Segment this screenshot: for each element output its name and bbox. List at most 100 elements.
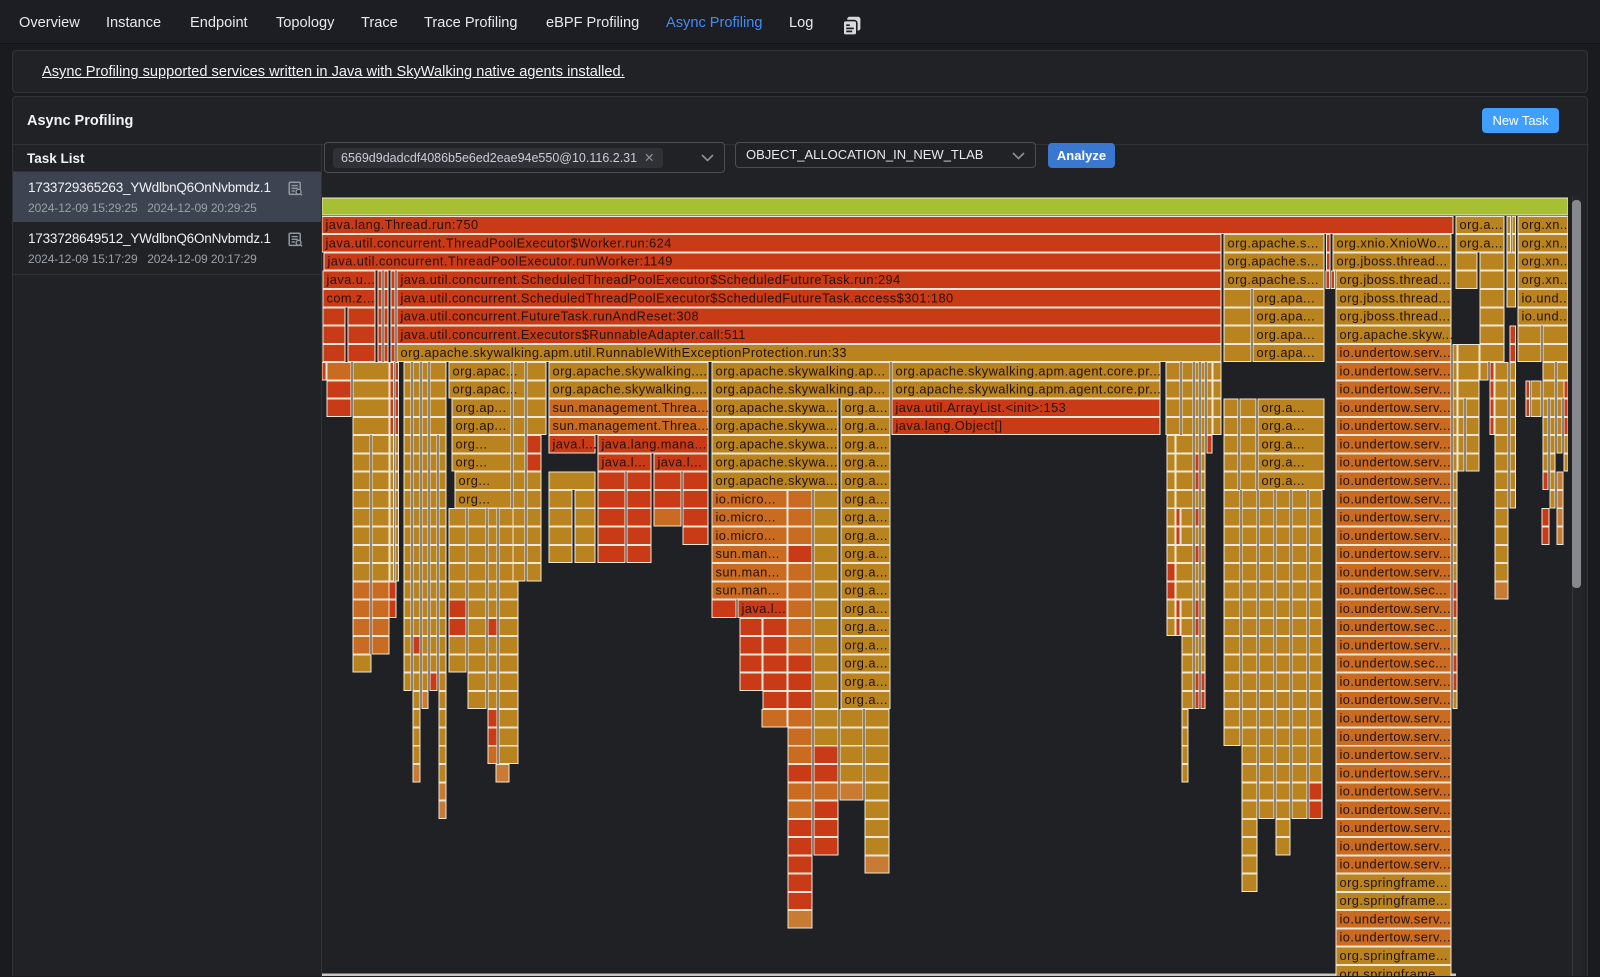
svg-text:org.jboss.thread...: org.jboss.thread... (1340, 272, 1451, 287)
svg-text:io.undertow.serv...: io.undertow.serv... (1340, 473, 1451, 488)
svg-text:java.l...: java.l... (657, 455, 703, 470)
svg-text:io.undertow.serv...: io.undertow.serv... (1340, 692, 1451, 707)
svg-text:org.a...: org.a... (1262, 418, 1305, 433)
svg-text:io.undertow.serv...: io.undertow.serv... (1340, 765, 1451, 780)
svg-text:org.apa...: org.apa... (1257, 309, 1316, 324)
svg-text:org.a...: org.a... (1460, 236, 1503, 251)
svg-text:io.undertow.serv...: io.undertow.serv... (1340, 747, 1451, 762)
svg-text:org.xn...: org.xn... (1522, 254, 1569, 269)
svg-text:io.undertow.sec...: io.undertow.sec... (1340, 619, 1448, 634)
svg-text:org.xnio.XnioWo...: org.xnio.XnioWo... (1337, 236, 1449, 251)
svg-text:org.a...: org.a... (845, 637, 888, 652)
svg-text:sun.management.Threa...: sun.management.Threa... (553, 418, 710, 433)
svg-text:io.undertow.serv...: io.undertow.serv... (1340, 546, 1451, 561)
svg-text:org.apa...: org.apa... (1257, 290, 1316, 305)
svg-text:org.a...: org.a... (1262, 400, 1305, 415)
svg-text:java.util.concurrent.ThreadPoo: java.util.concurrent.ThreadPoolExecutor$… (325, 236, 672, 251)
svg-text:org.ap...: org.ap... (456, 400, 507, 415)
svg-text:io.micro...: io.micro... (716, 510, 776, 525)
svg-text:io.undertow.serv...: io.undertow.serv... (1340, 564, 1451, 579)
svg-text:io.undertow.serv...: io.undertow.serv... (1340, 674, 1451, 689)
svg-text:org...: org... (459, 491, 491, 506)
svg-text:org.a...: org.a... (845, 473, 888, 488)
svg-text:org.apache.skywa...: org.apache.skywa... (716, 473, 838, 488)
svg-text:io.undertow.serv...: io.undertow.serv... (1340, 802, 1451, 817)
svg-text:io.undertow.serv...: io.undertow.serv... (1340, 400, 1451, 415)
svg-text:org.apache.skywalking....: org.apache.skywalking.... (553, 382, 708, 397)
svg-text:io.und...: io.und... (1522, 290, 1569, 305)
svg-text:org.apac...: org.apac... (453, 382, 518, 397)
svg-text:org.a...: org.a... (845, 619, 888, 634)
svg-text:io.undertow.serv...: io.undertow.serv... (1340, 455, 1451, 470)
svg-text:java.lang.Object[]: java.lang.Object[] (895, 418, 1003, 433)
svg-text:org.a...: org.a... (1262, 436, 1305, 451)
svg-text:org.springframe...: org.springframe... (1340, 948, 1448, 963)
svg-text:java.util.concurrent.FutureTas: java.util.concurrent.FutureTask.runAndRe… (400, 309, 700, 324)
svg-text:org.a...: org.a... (845, 455, 888, 470)
svg-text:org.springframe...: org.springframe... (1340, 966, 1448, 976)
svg-text:org.a...: org.a... (845, 692, 888, 707)
svg-text:org.a...: org.a... (845, 564, 888, 579)
svg-text:java.l...: java.l... (552, 436, 598, 451)
svg-text:io.undertow.serv...: io.undertow.serv... (1340, 382, 1451, 397)
svg-text:io.undertow.serv...: io.undertow.serv... (1340, 784, 1451, 799)
svg-text:org.springframe...: org.springframe... (1340, 893, 1448, 908)
svg-text:java.util.ArrayList.<init>:153: java.util.ArrayList.<init>:153 (895, 400, 1067, 415)
svg-text:io.undertow.serv...: io.undertow.serv... (1340, 418, 1451, 433)
svg-text:com.z...: com.z... (327, 290, 375, 305)
svg-text:io.undertow.serv...: io.undertow.serv... (1340, 528, 1451, 543)
svg-text:org.apache.skywa...: org.apache.skywa... (716, 400, 838, 415)
svg-text:java.l...: java.l... (601, 455, 647, 470)
svg-text:java.util.concurrent.Scheduled: java.util.concurrent.ScheduledThreadPool… (400, 272, 901, 287)
svg-text:io.undertow.serv...: io.undertow.serv... (1340, 601, 1451, 616)
svg-text:java.u...: java.u... (326, 272, 376, 287)
svg-text:io.undertow.serv...: io.undertow.serv... (1340, 857, 1451, 872)
svg-text:io.undertow.serv...: io.undertow.serv... (1340, 510, 1451, 525)
svg-text:org.apac...: org.apac... (453, 363, 518, 378)
svg-text:io.undertow.serv...: io.undertow.serv... (1340, 491, 1451, 506)
svg-text:org.apache.skywalking....: org.apache.skywalking.... (553, 363, 708, 378)
svg-text:org.apache.skywalking.ap...: org.apache.skywalking.ap... (716, 363, 886, 378)
svg-text:org.apache.skywa...: org.apache.skywa... (716, 418, 838, 433)
svg-text:org.ap...: org.ap... (456, 418, 507, 433)
svg-text:org.a...: org.a... (845, 546, 888, 561)
svg-text:org.a...: org.a... (845, 528, 888, 543)
svg-text:org.a...: org.a... (845, 656, 888, 671)
svg-text:org.a...: org.a... (845, 674, 888, 689)
svg-text:sun.man...: sun.man... (716, 583, 780, 598)
svg-text:io.undertow.serv...: io.undertow.serv... (1340, 711, 1451, 726)
svg-text:io.undertow.serv...: io.undertow.serv... (1340, 930, 1451, 945)
svg-text:org...: org... (456, 455, 488, 470)
svg-text:org.apache.s...: org.apache.s... (1228, 236, 1319, 251)
svg-text:org.apa...: org.apa... (1257, 327, 1316, 342)
svg-text:org...: org... (459, 473, 491, 488)
svg-text:org.apache.skywa...: org.apache.skywa... (716, 455, 838, 470)
svg-text:org.a...: org.a... (845, 436, 888, 451)
svg-text:org.apache.skywalking.ap...: org.apache.skywalking.ap... (716, 382, 886, 397)
svg-text:io.undertow.sec...: io.undertow.sec... (1340, 583, 1448, 598)
svg-text:org.xn...: org.xn... (1522, 236, 1569, 251)
svg-text:java.util.concurrent.Executors: java.util.concurrent.Executors$RunnableA… (400, 327, 746, 342)
svg-text:org.apache.skywa...: org.apache.skywa... (716, 436, 838, 451)
svg-text:sun.management.Threa...: sun.management.Threa... (553, 400, 710, 415)
svg-text:org.a...: org.a... (845, 601, 888, 616)
svg-text:org.apa...: org.apa... (1257, 345, 1316, 360)
svg-text:org.apache.skywalking.apm.util: org.apache.skywalking.apm.util.RunnableW… (401, 345, 847, 360)
svg-text:org.jboss.thread...: org.jboss.thread... (1337, 254, 1448, 269)
svg-text:org.a...: org.a... (1262, 473, 1305, 488)
svg-text:org.jboss.thread...: org.jboss.thread... (1340, 309, 1451, 324)
svg-text:sun.man...: sun.man... (716, 564, 780, 579)
svg-text:org.a...: org.a... (845, 583, 888, 598)
svg-text:java.lang.mana...: java.lang.mana... (601, 436, 707, 451)
svg-text:io.undertow.serv...: io.undertow.serv... (1340, 436, 1451, 451)
svg-text:io.und...: io.und... (1522, 309, 1569, 324)
svg-text:sun.man...: sun.man... (716, 546, 780, 561)
svg-text:org.xn...: org.xn... (1522, 217, 1569, 232)
svg-text:org.jboss.thread...: org.jboss.thread... (1340, 290, 1451, 305)
svg-text:java.util.concurrent.Scheduled: java.util.concurrent.ScheduledThreadPool… (400, 290, 954, 305)
svg-text:org.apache.s...: org.apache.s... (1228, 272, 1319, 287)
svg-text:org.a...: org.a... (845, 418, 888, 433)
svg-text:org.a...: org.a... (845, 400, 888, 415)
svg-text:io.micro...: io.micro... (716, 528, 776, 543)
svg-text:java.l...: java.l... (741, 601, 787, 616)
